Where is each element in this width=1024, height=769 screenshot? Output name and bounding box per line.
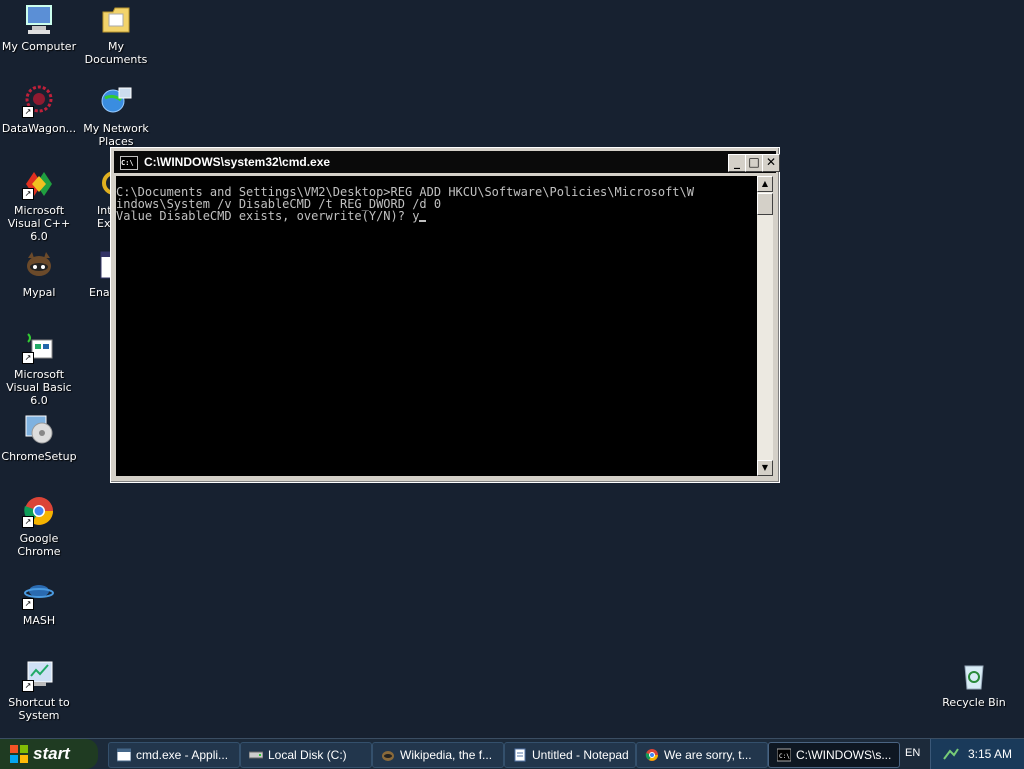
desktop-icon-mypal[interactable]: Mypal: [0, 248, 78, 299]
chrome-icon: ↗: [22, 494, 56, 528]
shortcut-arrow-icon: ↗: [22, 516, 34, 528]
desktop-icon-my-computer[interactable]: My Computer: [0, 2, 78, 53]
disk-drive-icon: [249, 751, 263, 759]
desktop-icon-label: Recycle Bin: [942, 696, 1006, 709]
start-label: start: [33, 744, 70, 763]
window-app-icon: [117, 748, 131, 762]
system-tray: 3:15 AM: [930, 739, 1024, 769]
desktop-icon-chromesetup[interactable]: ChromeSetup: [0, 412, 78, 463]
chrome-icon: [645, 749, 658, 761]
minimize-button[interactable]: _: [728, 154, 746, 172]
scroll-down-button[interactable]: ▼: [757, 460, 773, 476]
installer-icon: [22, 412, 56, 446]
shortcut-arrow-icon: ↗: [22, 352, 34, 364]
desktop-icon-label: My Network Places: [83, 122, 149, 148]
visual-basic-icon: ↗: [22, 330, 56, 364]
cmd-window[interactable]: C:\ C:\WINDOWS\system32\cmd.exe _ □ ✕ C:…: [110, 147, 780, 483]
desktop-icon-shortcut-to-system[interactable]: ↗ Shortcut to System: [0, 658, 78, 722]
desktop-icon-label: ChromeSetup: [1, 450, 77, 463]
shortcut-arrow-icon: ↗: [22, 188, 34, 200]
start-button[interactable]: start: [0, 739, 98, 769]
mash-icon: ↗: [22, 576, 56, 610]
cmd-icon: C:\: [120, 156, 138, 170]
taskbar-item-label: Untitled - Notepad: [532, 748, 629, 762]
desktop-icon-visual-cpp[interactable]: ↗ Microsoft Visual C++ 6.0: [0, 166, 78, 243]
console-line: Value DisableCMD exists, overwrite(Y/N)?…: [116, 209, 420, 223]
scroll-thumb[interactable]: [757, 193, 773, 215]
windows-logo-icon: [10, 745, 28, 763]
network-tray-icon[interactable]: [943, 747, 959, 761]
taskbar-item-local-disk[interactable]: Local Disk (C:): [240, 742, 372, 768]
scroll-up-button[interactable]: ▲: [757, 176, 773, 192]
network-globe-icon: [99, 84, 133, 118]
window-title: C:\WINDOWS\system32\cmd.exe: [144, 155, 331, 169]
taskbar-item-cmd-window[interactable]: C:\ C:\WINDOWS\s...: [768, 742, 900, 768]
desktop-icon-label: Google Chrome: [17, 532, 61, 558]
folder-icon: [99, 2, 133, 36]
mypal-browser-icon: [382, 751, 394, 761]
desktop-icon-label: My Computer: [1, 40, 77, 53]
visual-cpp-icon: ↗: [22, 166, 56, 200]
desktop-icon-datawagon[interactable]: ↗ DataWagon...: [0, 84, 78, 135]
datawagon-icon: ↗: [22, 84, 56, 118]
desktop-icon-label: Shortcut to System: [8, 696, 70, 722]
shortcut-arrow-icon: ↗: [22, 598, 34, 610]
taskbar-item-label: Wikipedia, the f...: [400, 748, 493, 762]
taskbar-item-wikipedia[interactable]: Wikipedia, the f...: [372, 742, 504, 768]
desktop-icon-recycle-bin[interactable]: Recycle Bin: [935, 658, 1013, 709]
desktop-icon-label: MASH: [22, 614, 56, 627]
clock[interactable]: 3:15 AM: [968, 747, 1012, 761]
desktop-icon-mash[interactable]: ↗ MASH: [0, 576, 78, 627]
taskbar-item-label: We are sorry, t...: [664, 748, 752, 762]
desktop-icon-google-chrome[interactable]: ↗ Google Chrome: [0, 494, 78, 558]
taskbar-item-chrome[interactable]: We are sorry, t...: [636, 742, 768, 768]
desktop-icon-my-documents[interactable]: My Documents: [77, 2, 155, 66]
text-cursor: [419, 220, 427, 222]
cmd-icon: C:\: [777, 748, 791, 762]
computer-icon: [22, 2, 56, 36]
shortcut-arrow-icon: ↗: [22, 680, 34, 692]
raccoon-icon: [22, 248, 56, 282]
window-titlebar[interactable]: C:\ C:\WINDOWS\system32\cmd.exe _ □ ✕: [114, 151, 780, 173]
desktop-icon-label: My Documents: [84, 40, 148, 66]
desktop-icon-my-network-places[interactable]: My Network Places: [77, 84, 155, 148]
desktop-icon-label: Microsoft Visual C++ 6.0: [7, 204, 71, 243]
desktop-icon-visual-basic[interactable]: ↗ Microsoft Visual Basic 6.0: [0, 330, 78, 407]
taskbar: start cmd.exe - Appli... Local Disk (C:)…: [0, 738, 1024, 769]
console-output[interactable]: C:\Documents and Settings\VM2\Desktop>RE…: [116, 176, 757, 476]
desktop-icon-label: DataWagon...: [1, 122, 77, 135]
taskbar-item-notepad[interactable]: Untitled - Notepad: [504, 742, 636, 768]
shortcut-arrow-icon: ↗: [22, 106, 34, 118]
svg-text:C:\: C:\: [779, 753, 790, 760]
vertical-scrollbar[interactable]: ▲ ▼: [757, 176, 773, 476]
close-button[interactable]: ✕: [762, 154, 780, 172]
language-indicator[interactable]: EN: [905, 747, 920, 759]
taskbar-item-label: C:\WINDOWS\s...: [796, 748, 892, 762]
notepad-icon: [514, 748, 526, 762]
taskbar-item-label: cmd.exe - Appli...: [136, 748, 229, 762]
maximize-button[interactable]: □: [745, 154, 763, 172]
taskbar-item-label: Local Disk (C:): [268, 748, 347, 762]
taskbar-item-cmd-app[interactable]: cmd.exe - Appli...: [108, 742, 240, 768]
desktop-icon-label: Microsoft Visual Basic 6.0: [6, 368, 72, 407]
system-monitor-icon: ↗: [22, 658, 56, 692]
desktop-icon-label: Mypal: [22, 286, 56, 299]
recycle-bin-icon: [957, 658, 991, 692]
